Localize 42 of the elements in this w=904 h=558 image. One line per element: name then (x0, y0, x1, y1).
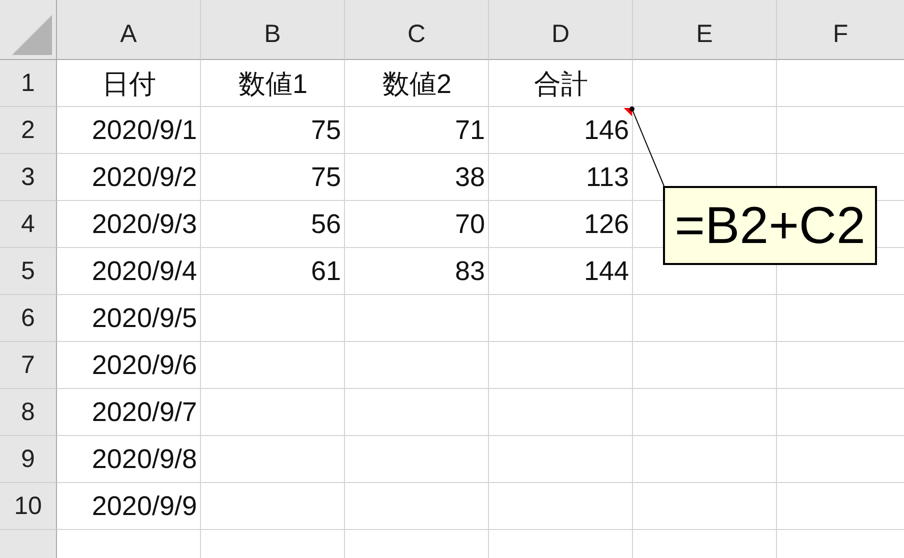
column-header[interactable]: D (489, 0, 633, 60)
column-header[interactable]: E (633, 0, 777, 60)
table-cell[interactable]: 75 (201, 154, 345, 201)
table-cell[interactable]: 2020/9/5 (57, 295, 201, 342)
table-cell[interactable]: 2020/9/1 (57, 107, 201, 154)
table-cell[interactable]: 2020/9/9 (57, 483, 201, 530)
table-cell[interactable]: 日付 (57, 60, 201, 107)
column-header[interactable]: A (57, 0, 201, 60)
table-cell[interactable]: 38 (345, 154, 489, 201)
table-cell[interactable]: 2020/9/3 (57, 201, 201, 248)
row-header[interactable]: 3 (0, 154, 57, 201)
table-cell[interactable]: 83 (345, 248, 489, 295)
table-cell[interactable]: 2020/9/7 (57, 389, 201, 436)
table-cell[interactable]: 126 (489, 201, 633, 248)
table-cell[interactable]: 2020/9/2 (57, 154, 201, 201)
row-header[interactable]: 9 (0, 436, 57, 483)
select-all-icon[interactable] (12, 15, 52, 55)
row-header[interactable]: 5 (0, 248, 57, 295)
column-header[interactable]: C (345, 0, 489, 60)
table-cell[interactable]: 70 (345, 201, 489, 248)
table-cell[interactable]: 144 (489, 248, 633, 295)
row-header[interactable]: 2 (0, 107, 57, 154)
table-cell[interactable]: 数値1 (201, 60, 345, 107)
table-cell[interactable]: 数値2 (345, 60, 489, 107)
table-cell[interactable]: 2020/9/8 (57, 436, 201, 483)
column-header[interactable]: F (777, 0, 904, 60)
column-header[interactable]: B (201, 0, 345, 60)
table-cell[interactable]: 61 (201, 248, 345, 295)
row-header[interactable]: 4 (0, 201, 57, 248)
table-cell[interactable]: 71 (345, 107, 489, 154)
row-header[interactable]: 6 (0, 295, 57, 342)
table-cell[interactable]: 2020/9/4 (57, 248, 201, 295)
row-header[interactable]: 7 (0, 342, 57, 389)
table-cell[interactable]: 75 (201, 107, 345, 154)
row-header[interactable]: 10 (0, 483, 57, 530)
table-cell[interactable]: 113 (489, 154, 633, 201)
table-cell[interactable]: 56 (201, 201, 345, 248)
table-cell[interactable]: 2020/9/6 (57, 342, 201, 389)
row-header[interactable]: 1 (0, 60, 57, 107)
table-cell[interactable]: 合計 (489, 60, 633, 107)
row-header[interactable]: 8 (0, 389, 57, 436)
comment-tooltip: =B2+C2 (663, 186, 877, 265)
